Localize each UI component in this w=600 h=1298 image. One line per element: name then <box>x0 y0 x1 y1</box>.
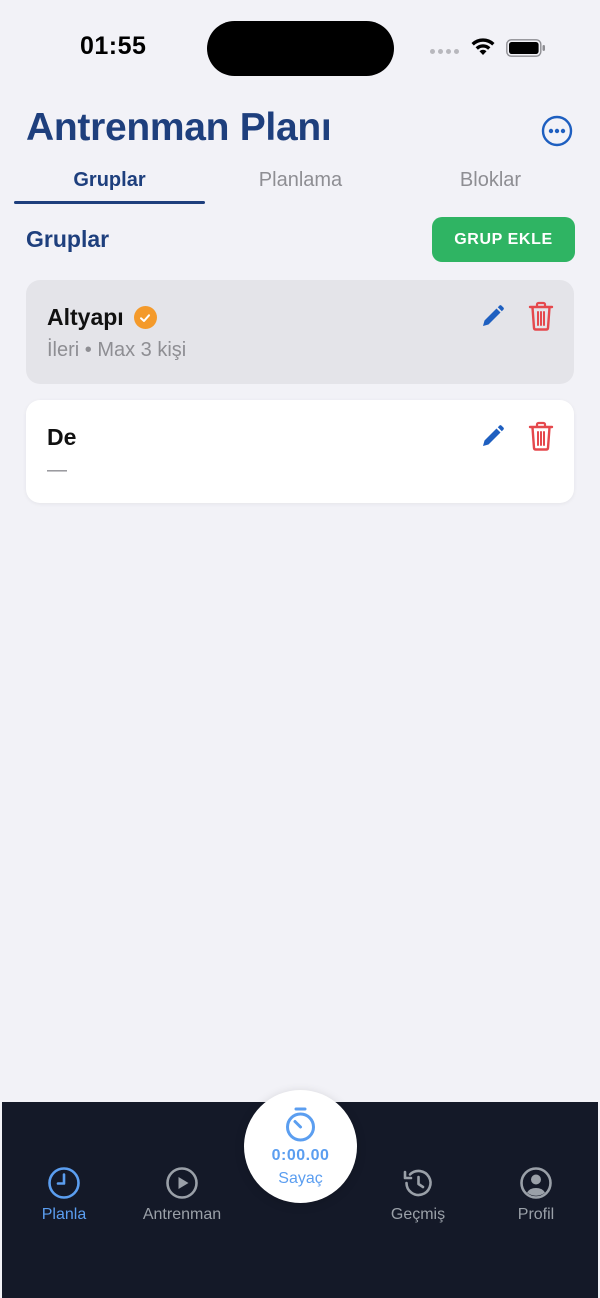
tabbar-item-profil[interactable]: Profil <box>477 1166 595 1224</box>
trash-icon <box>528 301 554 331</box>
cellular-signal-icon <box>430 49 459 54</box>
timer-value: 0:00.00 <box>271 1147 330 1164</box>
edit-group-button[interactable] <box>477 422 507 452</box>
play-icon <box>166 1167 198 1199</box>
active-tab-indicator <box>14 201 205 204</box>
status-bar: 01:55 <box>0 0 600 96</box>
tabbar-label: Planla <box>41 1206 87 1223</box>
group-name-row: De <box>47 424 76 451</box>
group-card[interactable]: De — <box>26 400 574 503</box>
status-time: 01:55 <box>80 32 147 60</box>
page-title: Antrenman Planı <box>26 106 332 149</box>
tabbar-item-antrenman[interactable]: Antrenman <box>123 1166 241 1224</box>
tabbar-item-planla[interactable]: Planla <box>5 1166 123 1224</box>
group-name: Altyapı <box>47 304 124 330</box>
segment-tabs: Gruplar Planlama Bloklar <box>14 160 586 206</box>
tab-planlama[interactable]: Planlama <box>205 160 396 206</box>
tab-gruplar[interactable]: Gruplar <box>14 160 205 206</box>
pencil-icon <box>483 305 504 326</box>
tab-label: Gruplar <box>73 169 146 191</box>
ellipsis-circle-icon <box>541 115 573 147</box>
tabbar-item-gecmis[interactable]: Geçmiş <box>359 1166 477 1224</box>
group-meta: İleri • Max 3 kişi <box>47 339 187 361</box>
delete-group-button[interactable] <box>526 300 556 332</box>
wifi-icon <box>471 38 495 55</box>
stopwatch-icon <box>286 1107 315 1142</box>
tabbar-label: Geçmiş <box>390 1206 446 1223</box>
group-name: De <box>47 424 77 450</box>
timer-button[interactable]: 0:00.00 Sayaç <box>244 1090 357 1203</box>
verified-check-icon <box>133 306 157 329</box>
dynamic-island <box>207 21 394 76</box>
section-title: Gruplar <box>26 226 110 252</box>
edit-group-button[interactable] <box>477 302 507 332</box>
timer-label: Sayaç <box>278 1170 323 1187</box>
group-name-row: Altyapı <box>47 304 157 331</box>
clock-icon <box>48 1167 80 1199</box>
battery-icon <box>506 39 545 57</box>
history-icon <box>403 1169 432 1197</box>
group-card[interactable]: Altyapı İleri • Max 3 kişi <box>26 280 574 384</box>
tab-bloklar[interactable]: Bloklar <box>395 160 586 206</box>
delete-group-button[interactable] <box>526 420 556 452</box>
group-meta: — <box>47 459 67 481</box>
add-group-button[interactable]: GRUP EKLE <box>432 217 575 262</box>
tab-label: Bloklar <box>459 169 522 191</box>
profile-icon <box>520 1167 552 1199</box>
more-options-button[interactable] <box>541 115 573 147</box>
trash-icon <box>528 421 554 451</box>
tab-label: Planlama <box>258 169 343 191</box>
tabbar-label: Antrenman <box>142 1206 222 1223</box>
pencil-icon <box>483 425 504 446</box>
tabbar-label: Profil <box>517 1206 555 1223</box>
